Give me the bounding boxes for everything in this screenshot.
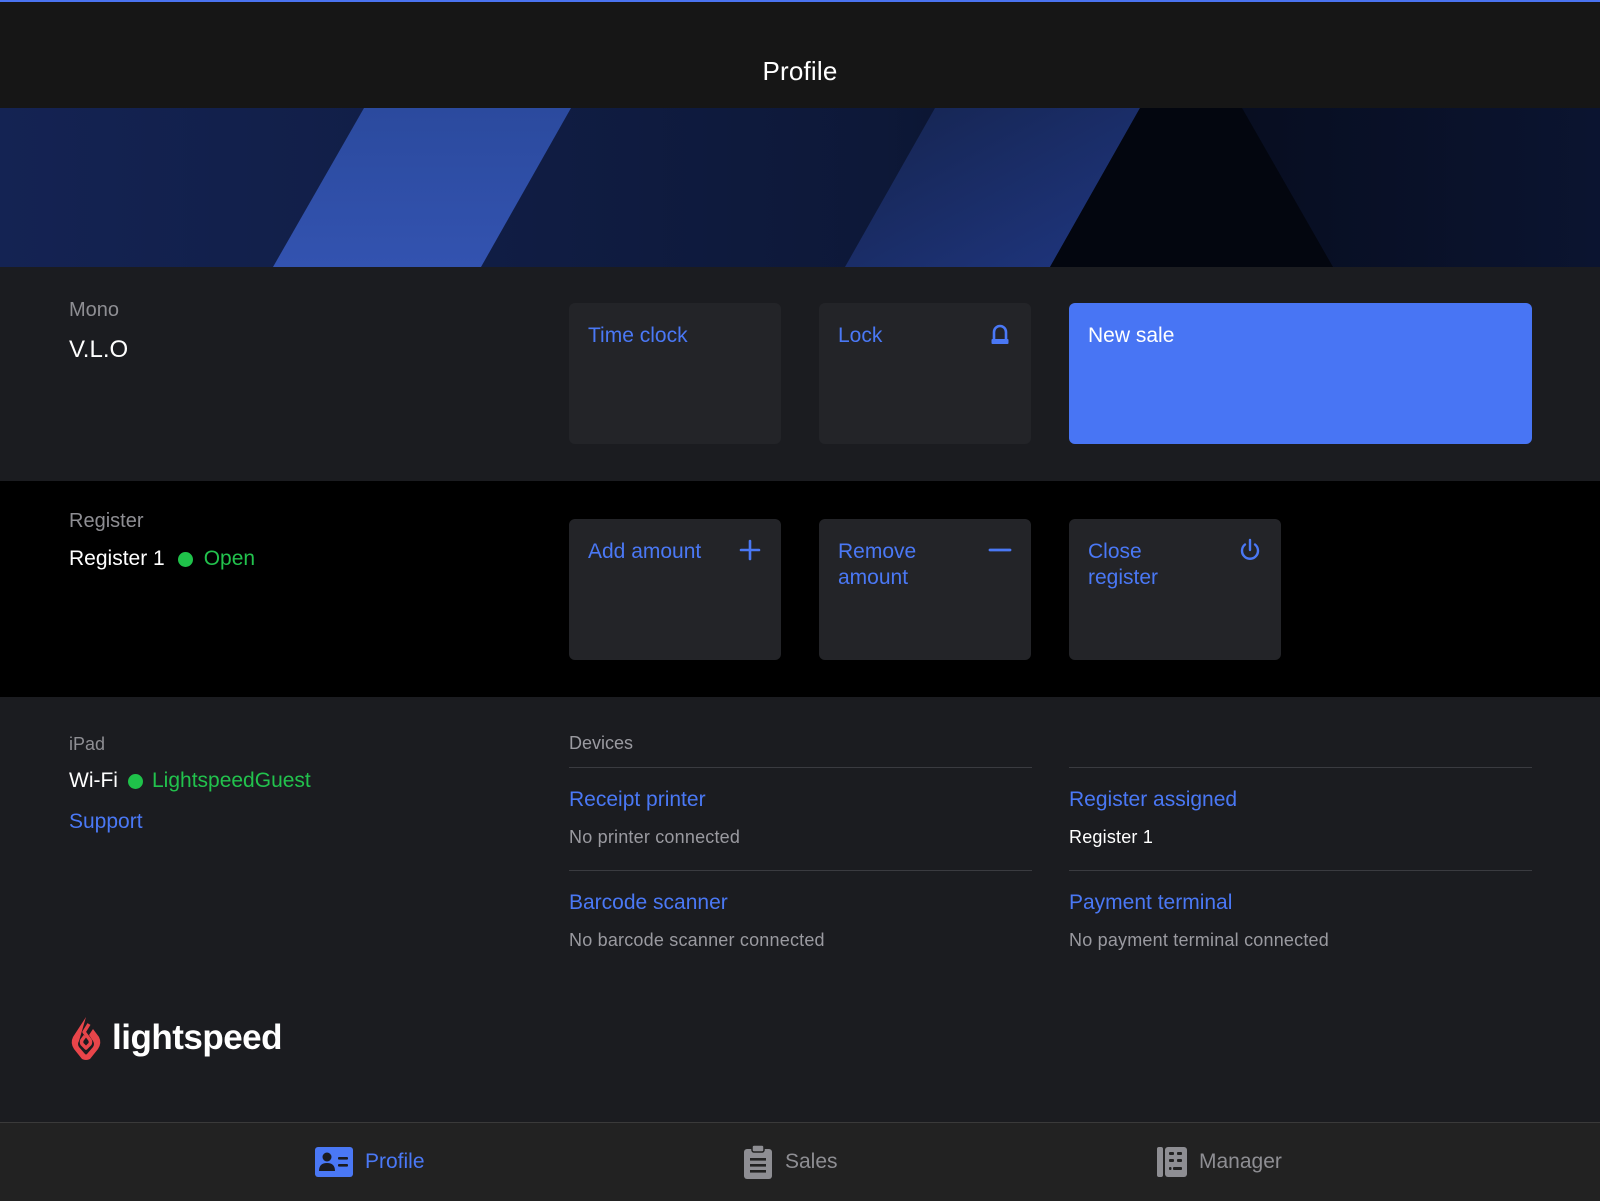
divider [569, 870, 1032, 871]
power-icon [1238, 538, 1262, 562]
payment-terminal-status: No payment terminal connected [1069, 930, 1329, 950]
support-link[interactable]: Support [69, 810, 143, 834]
profile-card-icon [315, 1147, 353, 1177]
register-section: Register Register 1 Open Add amount Remo… [0, 481, 1600, 697]
barcode-scanner-link[interactable]: Barcode scanner [569, 891, 728, 915]
register-assigned-link[interactable]: Register assigned [1069, 788, 1237, 812]
register-status-badge: Open [203, 547, 256, 570]
new-sale-button[interactable]: New sale [1069, 303, 1532, 444]
banner-graphic [0, 108, 1600, 267]
divider [1069, 767, 1532, 768]
ipad-section: iPad Wi-Fi LightspeedGuest Support Devic… [0, 697, 1600, 1122]
barcode-scanner-status: No barcode scanner connected [569, 930, 825, 950]
lightspeed-wordmark: lightspeed [112, 1018, 283, 1057]
tab-manager-label: Manager [1199, 1150, 1282, 1173]
time-clock-button[interactable]: Time clock [569, 303, 781, 444]
receipt-printer-status: No printer connected [569, 827, 741, 847]
wifi-status-dot-icon [127, 773, 143, 789]
status-dot-icon [177, 551, 193, 567]
tab-profile[interactable]: Profile [315, 1123, 425, 1201]
register-status: Register 1 Open [69, 547, 255, 571]
wifi-network-name: LightspeedGuest [151, 769, 311, 792]
store-label: Mono [69, 299, 120, 321]
new-sale-label: New sale [1088, 324, 1175, 347]
wifi-label: Wi-Fi [69, 769, 118, 792]
wifi-status: Wi-Fi LightspeedGuest [69, 769, 311, 793]
tab-profile-label: Profile [365, 1150, 425, 1173]
lock-label: Lock [838, 324, 883, 347]
bottom-tab-bar: Profile Sales Manager [0, 1122, 1600, 1201]
divider [1069, 870, 1532, 871]
register-assigned-value: Register 1 [1069, 827, 1154, 847]
page-title: Profile [762, 56, 838, 86]
remove-amount-button[interactable]: Remove amount [819, 519, 1031, 660]
remove-amount-label: Remove amount [838, 540, 917, 589]
receipt-printer-link[interactable]: Receipt printer [569, 788, 706, 812]
register-name: Register 1 [69, 547, 165, 570]
ipad-label: iPad [69, 734, 106, 754]
lightspeed-logo: lightspeed [69, 1015, 283, 1061]
close-register-label: Close register [1088, 540, 1159, 589]
header-bar: Profile [0, 2, 1600, 108]
add-amount-label: Add amount [588, 540, 702, 563]
user-section: Mono V.L.O Time clock Lock New sale [0, 267, 1600, 481]
tab-manager[interactable]: Manager [1157, 1123, 1282, 1201]
tab-sales[interactable]: Sales [743, 1123, 838, 1201]
tab-sales-label: Sales [785, 1150, 838, 1173]
divider [569, 767, 1032, 768]
lock-button[interactable]: Lock [819, 303, 1031, 444]
payment-terminal-link[interactable]: Payment terminal [1069, 891, 1232, 915]
minus-icon [988, 538, 1012, 562]
user-name: V.L.O [69, 336, 129, 363]
add-amount-button[interactable]: Add amount [569, 519, 781, 660]
profile-banner [0, 108, 1600, 267]
devices-title: Devices [569, 733, 634, 753]
manager-book-icon [1157, 1147, 1187, 1177]
register-section-label: Register [69, 510, 144, 532]
clipboard-icon [744, 1145, 772, 1179]
plus-icon [738, 538, 762, 562]
close-register-button[interactable]: Close register [1069, 519, 1281, 660]
time-clock-label: Time clock [588, 324, 688, 347]
lock-icon [988, 322, 1012, 346]
lightspeed-flame-icon [71, 1017, 101, 1060]
